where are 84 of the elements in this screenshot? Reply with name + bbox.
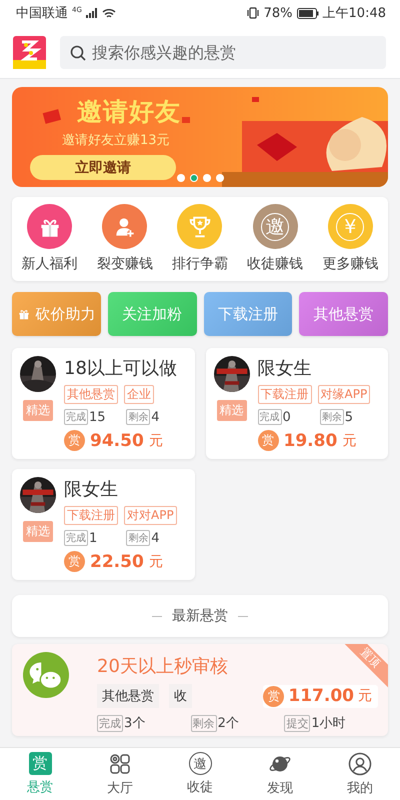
tab-item[interactable]: 我的 bbox=[320, 748, 400, 800]
task-card[interactable]: 精选 18以上可以做 其他悬赏 企业 完成 15 剩余 4 赏 94.50 元 bbox=[12, 348, 194, 459]
task-card[interactable]: 20天以上秒审核 其他悬赏 收 赏 117.00 元 完成 3个 剩余 2个 提交 1小时 置顶 bbox=[12, 644, 388, 736]
featured-badge: 精选 bbox=[23, 521, 53, 542]
stat-label: 剩余 bbox=[190, 714, 217, 732]
stat-value: 1 bbox=[89, 530, 98, 546]
task-tag: 下载注册 bbox=[258, 385, 312, 404]
reward-icon: 赏 bbox=[258, 430, 278, 451]
glyph-icon: ¥ bbox=[336, 212, 364, 240]
reward-icon: 赏 bbox=[64, 430, 85, 451]
glyph-icon: 邀 bbox=[261, 212, 290, 240]
stat-label: 提交 bbox=[284, 714, 310, 732]
stat-value: 4 bbox=[151, 410, 160, 424]
wifi-icon bbox=[102, 8, 116, 18]
task-tag: 收 bbox=[169, 684, 192, 708]
app-logo bbox=[13, 36, 46, 68]
task-card[interactable]: 精选 限女生 下载注册 对对APP 完成 1 剩余 4 赏 22.50 元 bbox=[12, 469, 194, 580]
task-tag: 企业 bbox=[124, 385, 154, 404]
menu-label: 裂变赚钱 bbox=[96, 255, 153, 273]
featured-badge: 精选 bbox=[216, 400, 246, 421]
stat-value: 2个 bbox=[218, 715, 239, 732]
profile-icon bbox=[348, 752, 372, 776]
grid-icon bbox=[108, 752, 132, 776]
task-title: 限女生 bbox=[64, 478, 119, 501]
stat-value: 5 bbox=[344, 410, 354, 424]
stat-label: 剩余 bbox=[320, 409, 344, 425]
stat-value: 1小时 bbox=[311, 715, 346, 732]
currency-unit: 元 bbox=[148, 432, 163, 450]
stat-value: 4 bbox=[151, 530, 160, 546]
stat-value: 3个 bbox=[124, 715, 146, 732]
tab-item[interactable]: 邀 收徒 bbox=[160, 748, 240, 800]
stat-label: 剩余 bbox=[126, 409, 150, 425]
tab-item[interactable]: 发现 bbox=[240, 748, 320, 800]
reward-amount: 19.80 bbox=[284, 430, 338, 450]
menu-label: 排行争霸 bbox=[172, 255, 228, 273]
reward-amount: 94.50 bbox=[90, 430, 144, 450]
search-field[interactable]: 搜索你感兴趣的悬赏 bbox=[60, 36, 386, 68]
stat-label: 完成 bbox=[97, 714, 123, 732]
menu-item[interactable]: 新人福利 bbox=[14, 204, 85, 273]
carrier-name: 中国联通 bbox=[16, 5, 68, 22]
reward-amount: 117.00 bbox=[288, 686, 354, 706]
reward-icon: 赏 bbox=[263, 686, 284, 706]
currency-unit: 元 bbox=[358, 687, 372, 705]
task-tag: 其他悬赏 bbox=[64, 385, 118, 404]
task-tag: 对缘APP bbox=[318, 385, 370, 404]
battery-percent: 78% bbox=[264, 6, 293, 20]
glyph-icon: 邀 bbox=[188, 752, 212, 775]
stat-value: 0 bbox=[282, 410, 291, 424]
task-card[interactable]: 精选 限女生 下载注册 对缘APP 完成 0 剩余 5 赏 19.80 元 bbox=[206, 348, 388, 459]
invite-button[interactable]: 立即邀请 bbox=[30, 155, 176, 180]
menu-item[interactable]: 排行争霸 bbox=[164, 204, 235, 273]
banner-title: 邀请好友 bbox=[77, 96, 181, 128]
task-tag: 对对APP bbox=[124, 506, 177, 525]
stat-label: 完成 bbox=[64, 530, 88, 546]
task-title: 限女生 bbox=[258, 357, 312, 380]
task-tag: 其他悬赏 bbox=[97, 684, 159, 708]
menu-label: 收徒赚钱 bbox=[247, 255, 304, 273]
glyph-icon: 赏 bbox=[28, 752, 52, 775]
stat-label: 完成 bbox=[64, 409, 88, 425]
section-title: 最新悬赏 bbox=[172, 607, 228, 625]
task-title: 20天以上秒审核 bbox=[97, 655, 228, 678]
reward-amount: 22.50 bbox=[90, 552, 144, 572]
reward-icon: 赏 bbox=[64, 551, 85, 572]
menu-item[interactable]: 邀 收徒赚钱 bbox=[240, 204, 310, 273]
task-tag: 下载注册 bbox=[64, 506, 118, 525]
gift-icon bbox=[17, 307, 32, 321]
chat-bubbles-icon bbox=[23, 652, 69, 698]
battery-icon bbox=[296, 8, 319, 18]
stat-label: 完成 bbox=[258, 409, 282, 425]
banner-subtitle: 邀请好友立赚13元 bbox=[62, 132, 170, 149]
menu-item[interactable]: ¥ 更多赚钱 bbox=[315, 204, 386, 273]
stat-value: 15 bbox=[89, 410, 106, 424]
currency-unit: 元 bbox=[342, 432, 356, 450]
menu-label: 更多赚钱 bbox=[322, 255, 378, 273]
vibrate-icon bbox=[246, 7, 260, 19]
menu-label: 新人福利 bbox=[22, 255, 78, 273]
signal-icon bbox=[86, 8, 98, 18]
currency-unit: 元 bbox=[148, 552, 163, 570]
menu-item[interactable]: 裂变赚钱 bbox=[90, 204, 160, 273]
stat-label: 剩余 bbox=[126, 530, 150, 546]
tab-item[interactable]: 大厅 bbox=[80, 748, 160, 800]
task-title: 18以上可以做 bbox=[64, 357, 178, 380]
featured-badge: 精选 bbox=[23, 400, 53, 421]
clock-time: 上午10:48 bbox=[322, 5, 386, 22]
